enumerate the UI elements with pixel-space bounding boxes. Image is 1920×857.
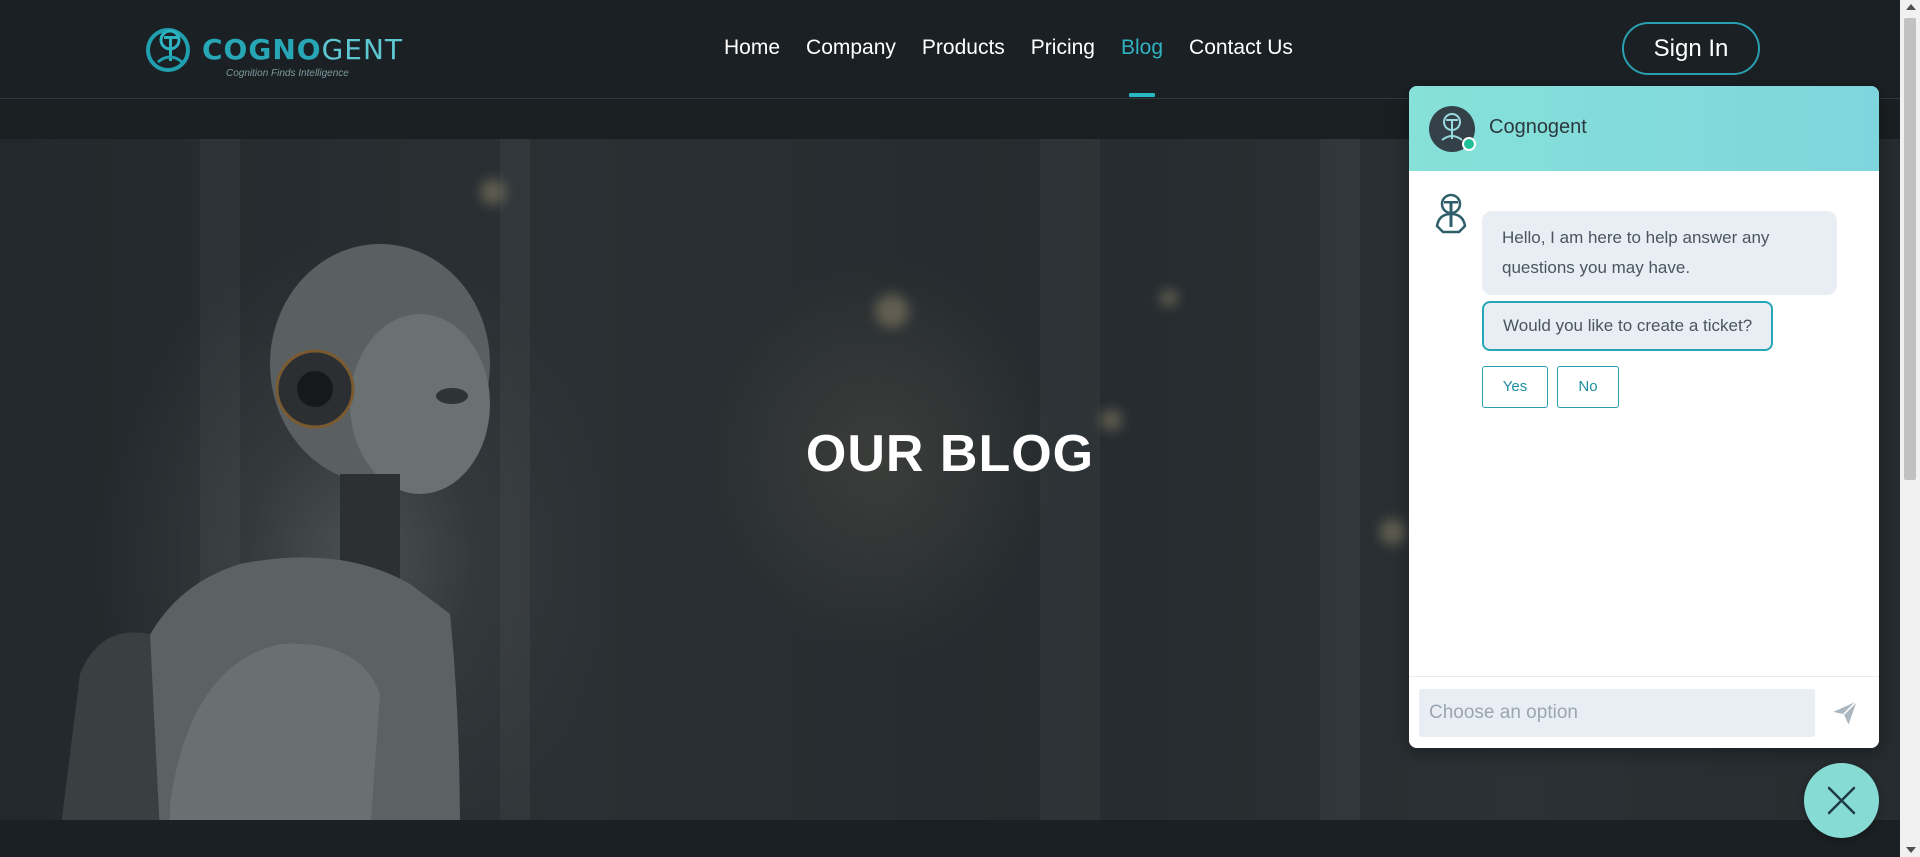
nav-company[interactable]: Company xyxy=(806,36,896,66)
scroll-thumb[interactable] xyxy=(1904,18,1916,480)
page-scrollbar[interactable] xyxy=(1900,0,1920,857)
bot-message: Hello, I am here to help answer any ques… xyxy=(1482,211,1837,295)
close-icon xyxy=(1827,786,1856,815)
bot-avatar-icon xyxy=(1435,193,1467,234)
bokeh-light xyxy=(480,179,506,205)
online-status-dot xyxy=(1462,137,1476,151)
no-option-button[interactable]: No xyxy=(1557,366,1619,408)
bokeh-light xyxy=(1380,519,1406,545)
send-icon[interactable] xyxy=(1831,699,1859,727)
sign-in-button[interactable]: Sign In xyxy=(1622,22,1760,75)
site-header: COGNOGENT Cognition Finds Intelligence H… xyxy=(0,0,1900,99)
brand-tagline: Cognition Finds Intelligence xyxy=(226,68,349,79)
nav-blog[interactable]: Blog xyxy=(1121,36,1163,97)
brand-name: COGNOGENT xyxy=(202,33,404,66)
chat-close-button[interactable] xyxy=(1804,763,1879,838)
chat-agent-avatar xyxy=(1429,106,1476,152)
content-band xyxy=(0,820,1900,857)
chat-message-input[interactable] xyxy=(1419,689,1815,737)
scroll-down-arrow-icon[interactable] xyxy=(1906,847,1916,853)
cognogent-logo-icon xyxy=(146,28,190,72)
nav-home[interactable]: Home xyxy=(724,36,780,66)
bot-question[interactable]: Would you like to create a ticket? xyxy=(1482,301,1774,351)
bokeh-light xyxy=(875,294,909,328)
chat-input-bar xyxy=(1409,676,1879,748)
bokeh-light xyxy=(1160,289,1178,307)
nav-products[interactable]: Products xyxy=(922,36,1005,66)
chat-header: Cognogent xyxy=(1409,86,1879,171)
brand-logo[interactable]: COGNOGENT Cognition Finds Intelligence xyxy=(142,20,402,84)
nav-pricing[interactable]: Pricing xyxy=(1031,36,1095,66)
scroll-up-arrow-icon[interactable] xyxy=(1906,4,1916,10)
page: COGNOGENT Cognition Finds Intelligence H… xyxy=(0,0,1920,857)
chat-widget: Cognogent Hello, I am here to help answe… xyxy=(1409,86,1879,748)
chat-agent-name: Cognogent xyxy=(1489,116,1587,138)
nav-contact-us[interactable]: Contact Us xyxy=(1189,36,1293,66)
robot-illustration xyxy=(61,244,490,820)
yes-option-button[interactable]: Yes xyxy=(1482,366,1548,408)
main-nav: Home Company Products Pricing Blog Conta… xyxy=(724,36,1319,97)
